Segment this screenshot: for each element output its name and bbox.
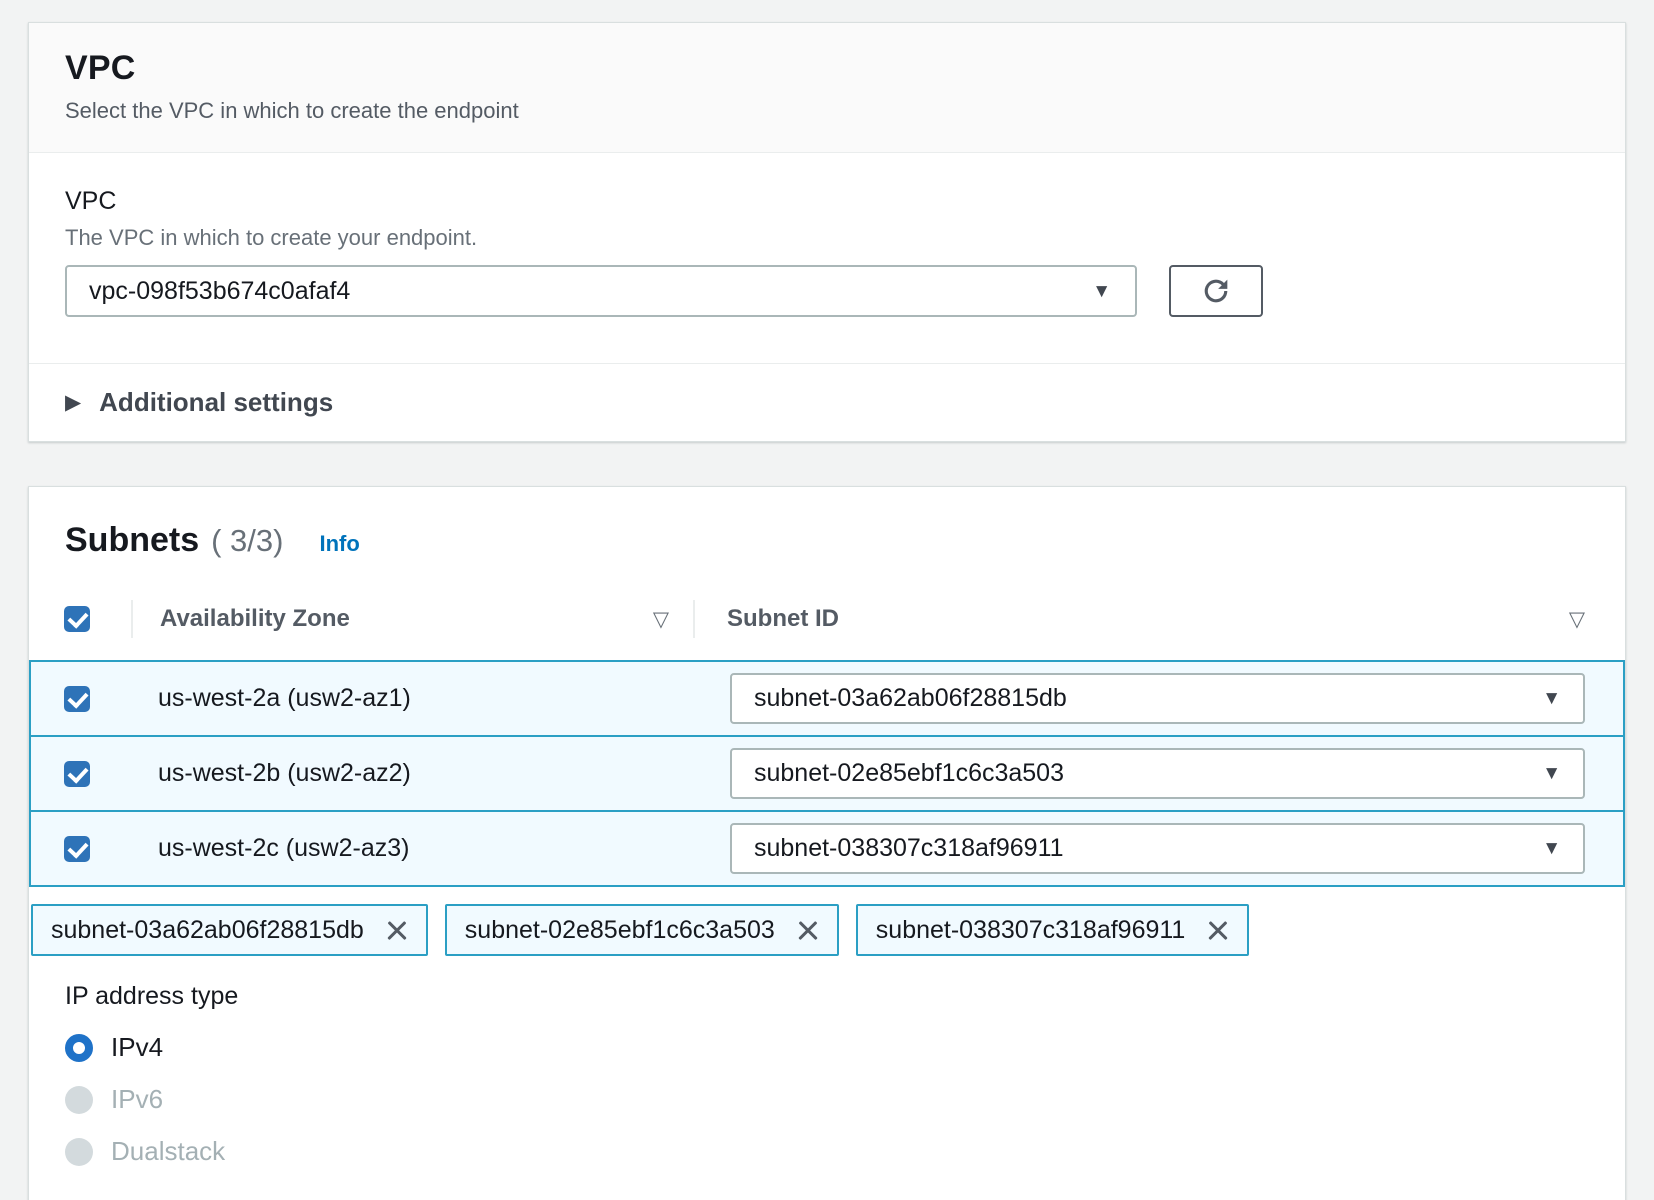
vpc-card-header: VPC Select the VPC in which to create th… — [29, 23, 1625, 153]
subnet-token: subnet-02e85ebf1c6c3a503 — [445, 904, 839, 956]
refresh-button[interactable] — [1169, 265, 1263, 317]
row-checkbox[interactable] — [64, 686, 90, 712]
vpc-select[interactable]: vpc-098f53b674c0afaf4 ▼ — [65, 265, 1137, 317]
row-checkbox[interactable] — [64, 836, 90, 862]
subnet-id-value: subnet-038307c318af96911 — [754, 834, 1064, 863]
subnet-token-label: subnet-038307c318af96911 — [876, 916, 1186, 945]
radio-option-dualstack: Dualstack — [65, 1136, 1625, 1167]
subnets-table-header: Availability Zone ▽ Subnet ID ▽ — [29, 560, 1625, 660]
radio-option-ipv4[interactable]: IPv4 — [65, 1032, 1625, 1063]
availability-zone-value: us-west-2c (usw2-az3) — [158, 834, 409, 863]
close-icon[interactable] — [1205, 917, 1231, 943]
table-row[interactable]: us-west-2a (usw2-az1) subnet-03a62ab06f2… — [29, 660, 1625, 737]
subnet-id-select[interactable]: subnet-02e85ebf1c6c3a503 ▼ — [730, 748, 1585, 799]
subnet-id-value: subnet-02e85ebf1c6c3a503 — [754, 759, 1064, 788]
info-link[interactable]: Info — [319, 531, 359, 557]
sort-icon[interactable]: ▽ — [1569, 609, 1585, 630]
subnets-title: Subnets — [65, 521, 199, 560]
vpc-card: VPC Select the VPC in which to create th… — [28, 22, 1626, 442]
vpc-card-title: VPC — [65, 49, 1589, 88]
availability-zone-column-label: Availability Zone — [160, 605, 350, 633]
sort-icon[interactable]: ▽ — [653, 609, 669, 630]
radio-option-label: IPv4 — [111, 1032, 163, 1063]
header-availability-zone-cell: Availability Zone ▽ — [133, 605, 693, 633]
expand-triangle-icon: ▶ — [65, 390, 81, 415]
subnets-card: Subnets ( 3/3) Info Availability Zone ▽ … — [28, 486, 1626, 1200]
chevron-down-icon: ▼ — [1092, 282, 1111, 301]
header-subnet-id-cell: Subnet ID ▽ — [695, 605, 1625, 633]
subnet-id-select[interactable]: subnet-038307c318af96911 ▼ — [730, 823, 1585, 874]
availability-zone-value: us-west-2a (usw2-az1) — [158, 684, 411, 713]
subnet-token-label: subnet-02e85ebf1c6c3a503 — [465, 916, 775, 945]
additional-settings-label: Additional settings — [99, 387, 333, 418]
availability-zone-value: us-west-2b (usw2-az2) — [158, 759, 411, 788]
vpc-select-value: vpc-098f53b674c0afaf4 — [89, 277, 350, 306]
close-icon[interactable] — [384, 917, 410, 943]
subnet-token-label: subnet-03a62ab06f28815db — [51, 916, 364, 945]
row-checkbox[interactable] — [64, 761, 90, 787]
ip-address-type-label: IP address type — [65, 982, 1625, 1011]
radio-selected-icon[interactable] — [65, 1034, 93, 1062]
radio-option-label: IPv6 — [111, 1084, 163, 1115]
radio-disabled-icon — [65, 1086, 93, 1114]
subnet-token: subnet-038307c318af96911 — [856, 904, 1250, 956]
radio-option-label: Dualstack — [111, 1136, 225, 1167]
additional-settings-expander[interactable]: ▶ Additional settings — [29, 363, 1625, 441]
select-all-checkbox[interactable] — [64, 606, 90, 632]
selected-subnet-tokens: subnet-03a62ab06f28815db subnet-02e85ebf… — [31, 904, 1625, 956]
ip-address-type-section: IP address type IPv4 IPv6 Dualstack — [29, 982, 1625, 1200]
subnet-id-value: subnet-03a62ab06f28815db — [754, 684, 1067, 713]
radio-option-ipv6: IPv6 — [65, 1084, 1625, 1115]
chevron-down-icon: ▼ — [1542, 839, 1561, 858]
vpc-field-label: VPC — [65, 187, 1589, 216]
close-icon[interactable] — [795, 917, 821, 943]
vpc-field-description: The VPC in which to create your endpoint… — [65, 225, 1589, 251]
subnet-token: subnet-03a62ab06f28815db — [31, 904, 428, 956]
table-row[interactable]: us-west-2b (usw2-az2) subnet-02e85ebf1c6… — [29, 735, 1625, 812]
subnets-heading: Subnets ( 3/3) Info — [29, 487, 1625, 560]
vpc-card-body: VPC The VPC in which to create your endp… — [29, 153, 1625, 363]
radio-disabled-icon — [65, 1138, 93, 1166]
table-row[interactable]: us-west-2c (usw2-az3) subnet-038307c318a… — [29, 810, 1625, 887]
subnets-table-body: us-west-2a (usw2-az1) subnet-03a62ab06f2… — [29, 660, 1625, 887]
subnet-id-column-label: Subnet ID — [727, 605, 839, 633]
refresh-icon — [1199, 274, 1233, 308]
header-select-cell — [29, 606, 131, 632]
vpc-controls-row: vpc-098f53b674c0afaf4 ▼ — [65, 265, 1589, 317]
card-bottom-spacer — [65, 1167, 1625, 1200]
vpc-card-subtitle: Select the VPC in which to create the en… — [65, 98, 1589, 124]
chevron-down-icon: ▼ — [1542, 764, 1561, 783]
subnet-id-select[interactable]: subnet-03a62ab06f28815db ▼ — [730, 673, 1585, 724]
subnets-count: ( 3/3) — [211, 523, 283, 559]
chevron-down-icon: ▼ — [1542, 689, 1561, 708]
